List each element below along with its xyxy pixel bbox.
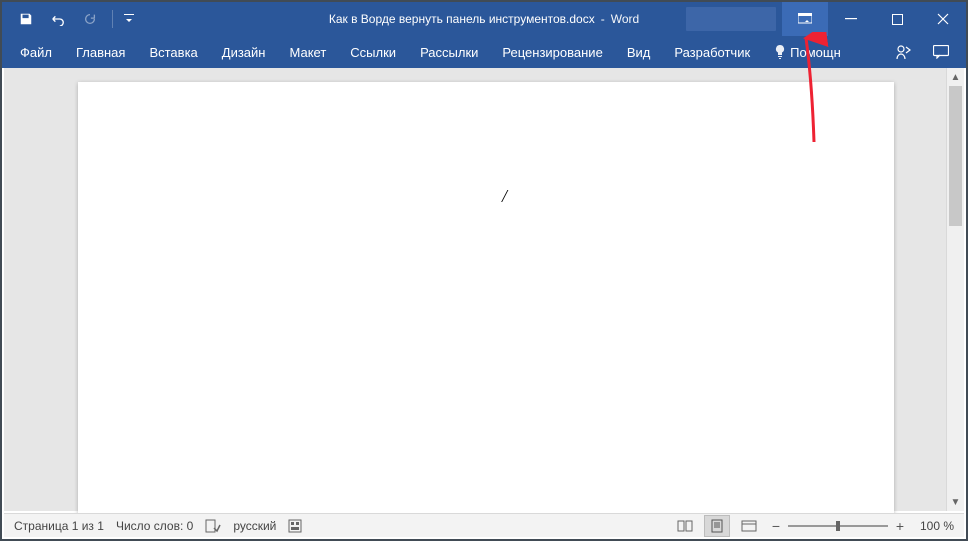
- tab-references[interactable]: Ссылки: [338, 36, 408, 68]
- window-title: Как в Ворде вернуть панель инструментов.…: [329, 12, 639, 26]
- scroll-up-button[interactable]: ▲: [947, 68, 964, 86]
- ribbon-display-icon: [798, 13, 812, 25]
- undo-button[interactable]: [44, 5, 72, 33]
- tab-mailings[interactable]: Рассылки: [408, 36, 490, 68]
- zoom-track[interactable]: [788, 525, 888, 527]
- window-controls: [686, 2, 966, 36]
- tab-design[interactable]: Дизайн: [210, 36, 278, 68]
- ribbon-display-options-button[interactable]: [782, 2, 828, 36]
- macro-icon: [288, 519, 302, 533]
- print-layout-button[interactable]: [704, 515, 730, 537]
- document-page[interactable]: /: [78, 82, 894, 525]
- status-bar: Страница 1 из 1 Число слов: 0 русский − …: [4, 513, 964, 537]
- proofing-icon: [205, 519, 221, 533]
- proofing-button[interactable]: [205, 519, 221, 533]
- tab-developer[interactable]: Разработчик: [662, 36, 762, 68]
- vertical-scrollbar[interactable]: ▲ ▼: [946, 68, 964, 511]
- tab-label: Файл: [20, 45, 52, 60]
- zoom-out-button[interactable]: −: [768, 518, 784, 534]
- status-left: Страница 1 из 1 Число слов: 0 русский: [4, 519, 302, 533]
- redo-button[interactable]: [76, 5, 104, 33]
- tab-insert[interactable]: Вставка: [137, 36, 209, 68]
- read-mode-button[interactable]: [672, 515, 698, 537]
- account-area[interactable]: [686, 7, 776, 31]
- status-right: − + 100 %: [672, 515, 964, 537]
- save-button[interactable]: [12, 5, 40, 33]
- tab-label: Ссылки: [350, 45, 396, 60]
- tab-label: Главная: [76, 45, 125, 60]
- read-mode-icon: [677, 520, 693, 532]
- minimize-icon: [845, 13, 857, 25]
- tell-me-label: Помощн: [790, 45, 841, 60]
- tab-label: Разработчик: [674, 45, 750, 60]
- title-separator: -: [601, 12, 605, 26]
- lightbulb-icon: [774, 45, 786, 59]
- scroll-down-button[interactable]: ▼: [947, 493, 964, 511]
- document-name: Как в Ворде вернуть панель инструментов.…: [329, 12, 595, 26]
- close-button[interactable]: [920, 2, 966, 36]
- zoom-level[interactable]: 100 %: [914, 519, 954, 533]
- word-count[interactable]: Число слов: 0: [116, 519, 193, 533]
- tab-file[interactable]: Файл: [8, 36, 64, 68]
- tab-label: Рассылки: [420, 45, 478, 60]
- tab-label: Дизайн: [222, 45, 266, 60]
- web-layout-button[interactable]: [736, 515, 762, 537]
- qat-separator: [112, 10, 113, 28]
- zoom-text: 100 %: [920, 519, 954, 533]
- tab-home[interactable]: Главная: [64, 36, 137, 68]
- language-indicator[interactable]: русский: [233, 519, 276, 533]
- text-cursor: /: [502, 186, 503, 204]
- page-indicator-text: Страница 1 из 1: [14, 519, 104, 533]
- title-bar: Как в Ворде вернуть панель инструментов.…: [2, 2, 966, 36]
- app-name: Word: [611, 12, 639, 26]
- zoom-thumb[interactable]: [836, 521, 840, 531]
- minimize-button[interactable]: [828, 2, 874, 36]
- share-icon: [895, 44, 911, 60]
- scroll-thumb[interactable]: [949, 86, 962, 226]
- print-layout-icon: [710, 519, 724, 533]
- tab-label: Рецензирование: [502, 45, 602, 60]
- qat-customize-button[interactable]: [121, 5, 137, 33]
- comments-button[interactable]: [922, 36, 960, 68]
- maximize-button[interactable]: [874, 2, 920, 36]
- page-indicator[interactable]: Страница 1 из 1: [14, 519, 104, 533]
- tab-label: Вид: [627, 45, 651, 60]
- tab-layout[interactable]: Макет: [277, 36, 338, 68]
- tell-me-box[interactable]: Помощн: [762, 36, 853, 68]
- zoom-slider: − +: [768, 518, 908, 534]
- redo-icon: [83, 12, 97, 26]
- maximize-icon: [892, 14, 903, 25]
- web-layout-icon: [741, 520, 757, 532]
- language-text: русский: [233, 519, 276, 533]
- tab-label: Вставка: [149, 45, 197, 60]
- word-count-text: Число слов: 0: [116, 519, 193, 533]
- ribbon-right-controls: [884, 36, 960, 68]
- close-icon: [937, 13, 949, 25]
- save-icon: [19, 12, 33, 26]
- undo-icon: [49, 12, 67, 26]
- ribbon-tabs: Файл Главная Вставка Дизайн Макет Ссылки…: [2, 36, 966, 68]
- macro-button[interactable]: [288, 519, 302, 533]
- tab-view[interactable]: Вид: [615, 36, 663, 68]
- customize-icon: [124, 12, 134, 26]
- document-workspace: / ▲ ▼: [4, 68, 964, 511]
- quick-access-toolbar: [2, 5, 137, 33]
- tab-label: Макет: [289, 45, 326, 60]
- tab-review[interactable]: Рецензирование: [490, 36, 614, 68]
- scroll-track[interactable]: [947, 86, 964, 493]
- share-button[interactable]: [884, 36, 922, 68]
- zoom-in-button[interactable]: +: [892, 518, 908, 534]
- comments-icon: [933, 45, 949, 59]
